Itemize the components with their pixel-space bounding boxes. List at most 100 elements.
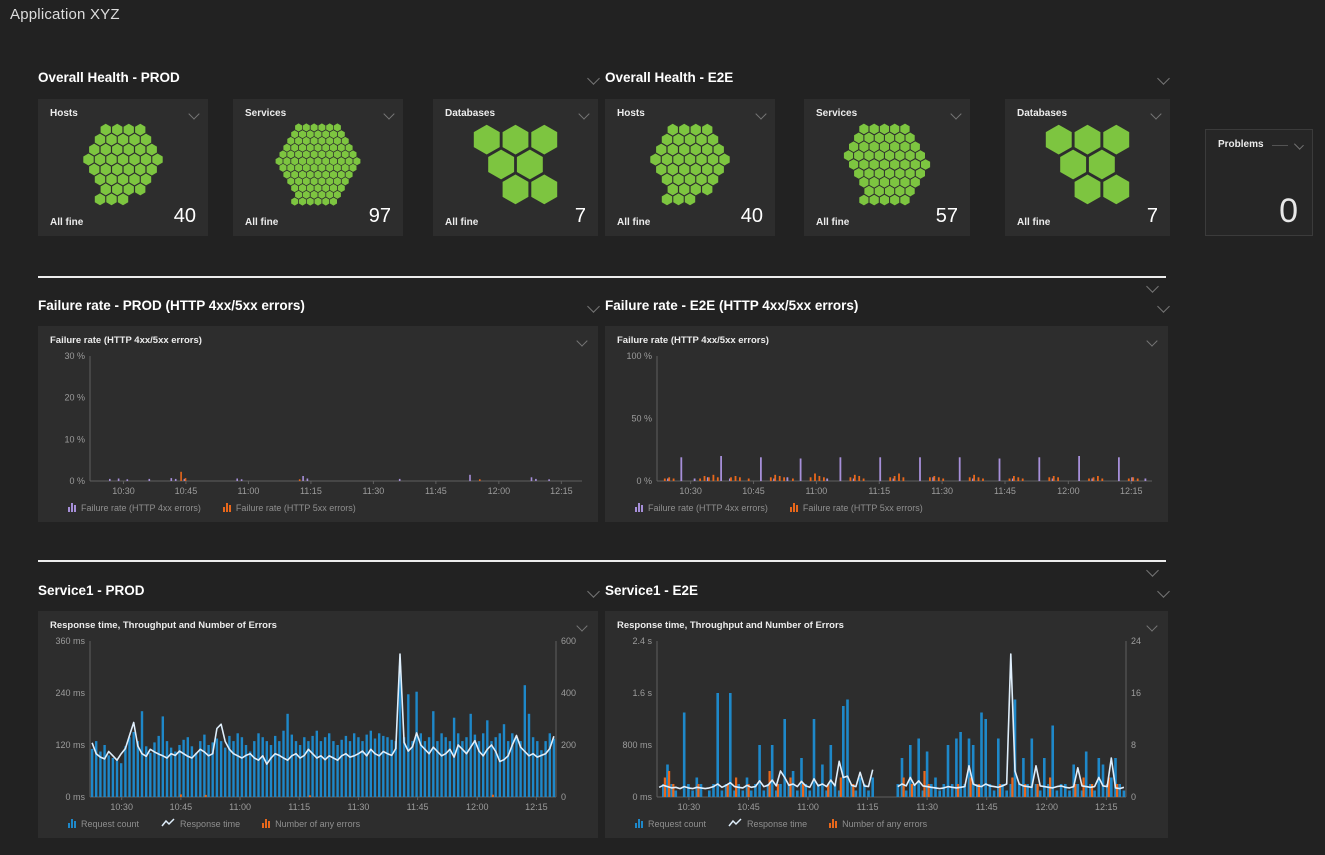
legend-item[interactable]: Request count (635, 819, 706, 829)
chevron-down-icon[interactable] (1157, 300, 1170, 313)
status-text: All fine (1017, 217, 1050, 228)
honeycomb (241, 123, 395, 206)
failure-rate-prod-tile: Failure rate (HTTP 4xx/5xx errors) 0 %10… (38, 326, 598, 522)
svg-text:600: 600 (561, 636, 576, 646)
dashboard: Application XYZ Overall Health - PROD Ov… (0, 0, 1325, 855)
health-tile-services-e2e[interactable]: Services All fine 57 (804, 99, 970, 236)
svg-text:10:45: 10:45 (737, 802, 760, 812)
section-header-health-e2e: Overall Health - E2E (605, 70, 1168, 85)
legend-item[interactable]: Failure rate (HTTP 4xx errors) (68, 503, 201, 513)
legend-item[interactable]: Failure rate (HTTP 5xx errors) (223, 503, 356, 513)
tile-label: Problems (1218, 139, 1264, 150)
divider-dash (1272, 145, 1289, 146)
svg-text:240 ms: 240 ms (55, 688, 85, 698)
legend-label: Response time (180, 819, 240, 829)
svg-text:11:15: 11:15 (857, 802, 879, 812)
health-tile-hosts-prod[interactable]: Hosts All fine40 (38, 99, 208, 236)
status-text: All fine (245, 217, 278, 228)
chart-title: Response time, Throughput and Number of … (617, 620, 844, 631)
legend-label: Failure rate (HTTP 4xx errors) (81, 503, 201, 513)
honeycomb (613, 123, 767, 206)
legend-label: Failure rate (HTTP 5xx errors) (803, 503, 923, 513)
chevron-down-icon[interactable] (578, 108, 589, 119)
entity-count: 7 (1147, 205, 1158, 228)
svg-text:12:00: 12:00 (488, 486, 511, 496)
svg-text:800 ms: 800 ms (622, 740, 652, 750)
chevron-down-icon[interactable] (1157, 585, 1170, 598)
health-tile-databases-prod[interactable]: Databases All fine7 (433, 99, 598, 236)
service1-prod-chart[interactable]: 0 ms120 ms240 ms360 ms020040060010:3010:… (44, 631, 592, 818)
svg-text:10:45: 10:45 (742, 486, 765, 496)
chevron-down-icon[interactable] (1150, 108, 1161, 119)
chevron-down-icon[interactable] (1146, 280, 1159, 293)
legend-item[interactable]: Response time (161, 818, 240, 829)
legend-item[interactable]: Failure rate (HTTP 4xx errors) (635, 503, 768, 513)
legend-label: Response time (747, 819, 807, 829)
svg-text:11:00: 11:00 (805, 486, 827, 496)
chevron-down-icon[interactable] (576, 620, 587, 631)
failure-rate-e2e-chart[interactable]: 0 %50 %100 %10:3010:4511:0011:1511:3011:… (611, 346, 1162, 502)
svg-text:12:15: 12:15 (525, 802, 548, 812)
failure-rate-prod-chart[interactable]: 0 %10 %20 %30 %10:3010:4511:0011:1511:30… (44, 346, 592, 502)
legend-item[interactable]: Number of any errors (829, 819, 927, 829)
svg-text:10:30: 10:30 (678, 802, 701, 812)
svg-text:8: 8 (1131, 740, 1136, 750)
svg-text:11:45: 11:45 (994, 486, 1016, 496)
line-series-icon (728, 818, 742, 829)
svg-text:11:00: 11:00 (229, 802, 251, 812)
tile-label: Databases (445, 108, 495, 119)
status-text: All fine (816, 217, 849, 228)
service1-e2e-tile: Response time, Throughput and Number of … (605, 611, 1168, 838)
line-series-icon (161, 818, 175, 829)
tile-label: Services (816, 108, 857, 119)
section-title: Overall Health - PROD (38, 70, 180, 85)
svg-text:11:30: 11:30 (347, 802, 369, 812)
chevron-down-icon[interactable] (1294, 140, 1304, 150)
chevron-down-icon[interactable] (1146, 564, 1159, 577)
svg-text:11:15: 11:15 (300, 486, 322, 496)
health-tile-services-prod[interactable]: Services All fine97 (233, 99, 403, 236)
chevron-down-icon[interactable] (1146, 620, 1157, 631)
chevron-down-icon[interactable] (587, 300, 600, 313)
legend-item[interactable]: Response time (728, 818, 807, 829)
chart-legend: Failure rate (HTTP 4xx errors) Failure r… (605, 502, 1168, 522)
chevron-down-icon[interactable] (950, 108, 961, 119)
chart-title: Failure rate (HTTP 4xx/5xx errors) (50, 335, 202, 346)
chart-legend: Failure rate (HTTP 4xx errors) Failure r… (38, 502, 598, 522)
section-header-service1-prod: Service1 - PROD (38, 583, 598, 598)
tile-label: Databases (1017, 108, 1067, 119)
section-header-failure-prod: Failure rate - PROD (HTTP 4xx/5xx errors… (38, 298, 598, 313)
svg-text:12:00: 12:00 (1057, 486, 1080, 496)
svg-text:11:15: 11:15 (868, 486, 890, 496)
chevron-down-icon[interactable] (587, 585, 600, 598)
section-title: Service1 - PROD (38, 583, 145, 598)
svg-text:0: 0 (561, 792, 566, 802)
svg-text:11:45: 11:45 (425, 486, 447, 496)
chevron-down-icon[interactable] (188, 108, 199, 119)
chevron-down-icon[interactable] (1157, 72, 1170, 85)
chart-title: Response time, Throughput and Number of … (50, 620, 277, 631)
svg-text:11:45: 11:45 (976, 802, 998, 812)
chevron-down-icon[interactable] (755, 108, 766, 119)
service1-e2e-chart[interactable]: 0 ms800 ms1.6 s2.4 s08162410:3010:4511:0… (611, 631, 1162, 818)
chevron-down-icon[interactable] (383, 108, 394, 119)
svg-text:12:00: 12:00 (1035, 802, 1058, 812)
svg-text:0: 0 (1131, 792, 1136, 802)
problems-tile[interactable]: Problems 0 (1205, 129, 1313, 236)
health-tile-databases-e2e[interactable]: Databases All fine 7 (1005, 99, 1170, 236)
svg-text:120 ms: 120 ms (55, 740, 85, 750)
svg-text:50 %: 50 % (631, 414, 652, 424)
legend-item[interactable]: Request count (68, 819, 139, 829)
chevron-down-icon[interactable] (1146, 335, 1157, 346)
entity-count: 57 (936, 205, 958, 228)
section-header-failure-e2e: Failure rate - E2E (HTTP 4xx/5xx errors) (605, 298, 1168, 313)
legend-item[interactable]: Number of any errors (262, 819, 360, 829)
svg-text:10:45: 10:45 (175, 486, 198, 496)
chevron-down-icon[interactable] (576, 335, 587, 346)
section-header-health-prod: Overall Health - PROD (38, 70, 598, 85)
section-title: Failure rate - PROD (HTTP 4xx/5xx errors… (38, 298, 305, 313)
legend-item[interactable]: Failure rate (HTTP 5xx errors) (790, 503, 923, 513)
chevron-down-icon[interactable] (587, 72, 600, 85)
tile-label: Hosts (50, 108, 78, 119)
health-tile-hosts-e2e[interactable]: Hosts All fine40 (605, 99, 775, 236)
